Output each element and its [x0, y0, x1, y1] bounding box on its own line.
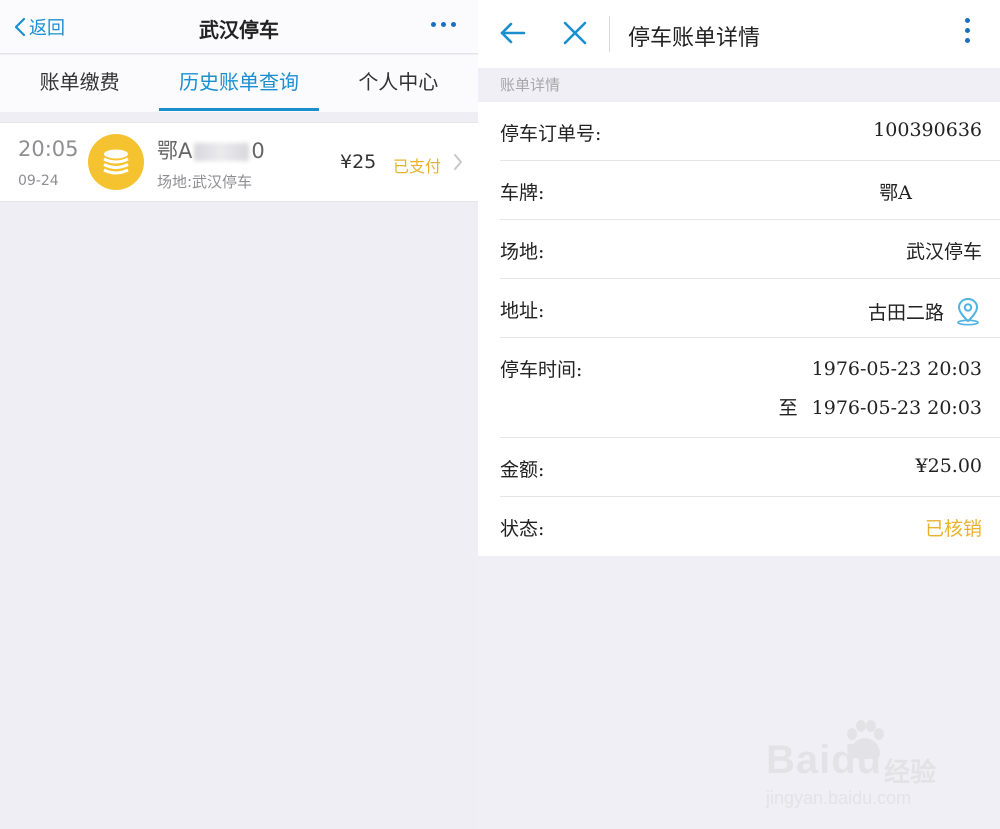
bill-amount: ¥25 — [340, 151, 377, 173]
right-header: 停车账单详情 — [478, 0, 1000, 68]
right-panel: 停车账单详情 账单详情 停车订单号: 100390636 车牌: 鄂A 场地: … — [478, 0, 1000, 829]
arrow-left-icon[interactable] — [498, 18, 528, 48]
tab-personal-center[interactable]: 个人中心 — [319, 55, 478, 112]
bill-list-item[interactable]: 20:05 09-24 鄂A 0 场地:武汉停车 ¥25 已支付 — [0, 122, 478, 202]
status-label: 状态: — [500, 518, 545, 540]
detail-row-site: 场地: 武汉停车 — [500, 220, 1000, 279]
plate-value: 鄂A — [879, 182, 912, 204]
detail-page-title: 停车账单详情 — [628, 26, 761, 51]
plate-suffix: 0 — [251, 139, 265, 163]
header-divider — [609, 16, 610, 52]
time-label: 停车时间: — [500, 359, 583, 381]
bill-plate: 鄂A 0 — [157, 135, 265, 165]
plate-prefix: 鄂A — [157, 139, 193, 163]
detail-row-order-no: 停车订单号: 100390636 — [500, 102, 1000, 161]
order-no-label: 停车订单号: — [500, 123, 602, 145]
time-to-label: 至 — [778, 397, 798, 419]
detail-row-time: 停车时间: 1976-05-23 20:03 至 1976-05-23 20:03 — [500, 338, 1000, 438]
bill-date: 09-24 — [18, 173, 59, 189]
amount-label: 金额: — [500, 459, 545, 481]
more-menu-icon[interactable] — [431, 22, 456, 27]
address-value-wrap: 古田二路 — [868, 296, 982, 326]
coin-icon — [88, 134, 144, 190]
left-panel: 返回 武汉停车 账单缴费 历史账单查询 个人中心 20:05 09-24 鄂A 0… — [0, 0, 478, 829]
time-end-value: 1976-05-23 20:03 — [811, 397, 982, 419]
kebab-menu-icon[interactable] — [965, 18, 970, 43]
tab-bill-payment[interactable]: 账单缴费 — [0, 55, 159, 112]
tab-bar: 账单缴费 历史账单查询 个人中心 — [0, 55, 478, 112]
detail-row-plate: 车牌: 鄂A — [500, 161, 1000, 220]
status-value: 已核销 — [924, 518, 982, 540]
plate-redaction — [194, 143, 250, 161]
time-end-wrap: 至 1976-05-23 20:03 — [779, 393, 982, 420]
bill-status-badge: 已支付 — [393, 157, 442, 176]
chevron-right-icon — [454, 154, 462, 170]
location-pin-icon[interactable] — [954, 296, 982, 326]
detail-row-amount: 金额: ¥25.00 — [500, 438, 1000, 497]
amount-value: ¥25.00 — [915, 455, 982, 477]
tab-history-bills[interactable]: 历史账单查询 — [159, 55, 318, 112]
bill-time: 20:05 — [18, 137, 79, 161]
detail-row-address: 地址: 古田二路 — [500, 279, 1000, 338]
time-start-value: 1976-05-23 20:03 — [811, 358, 982, 380]
watermark-cn: 经验 — [884, 758, 937, 788]
plate-label: 车牌: — [500, 182, 545, 204]
section-label: 账单详情 — [500, 76, 561, 94]
detail-row-status: 状态: 已核销 — [500, 497, 1000, 556]
address-value: 古田二路 — [867, 301, 944, 324]
site-value: 武汉停车 — [905, 241, 982, 263]
left-header: 返回 武汉停车 — [0, 0, 478, 54]
baidu-watermark: Baidu 经验 jingyan.baidu.com — [766, 718, 966, 818]
watermark-url: jingyan.baidu.com — [766, 788, 912, 808]
address-label: 地址: — [500, 300, 545, 322]
order-no-value: 100390636 — [873, 119, 982, 141]
page-title: 武汉停车 — [199, 18, 279, 42]
site-label: 场地: — [500, 241, 545, 263]
bill-site: 场地:武汉停车 — [157, 173, 253, 191]
close-icon[interactable] — [562, 20, 588, 46]
bill-detail-card: 停车订单号: 100390636 车牌: 鄂A 场地: 武汉停车 地址: 古田二… — [478, 102, 1000, 556]
watermark-brand: Baidu — [766, 738, 883, 782]
